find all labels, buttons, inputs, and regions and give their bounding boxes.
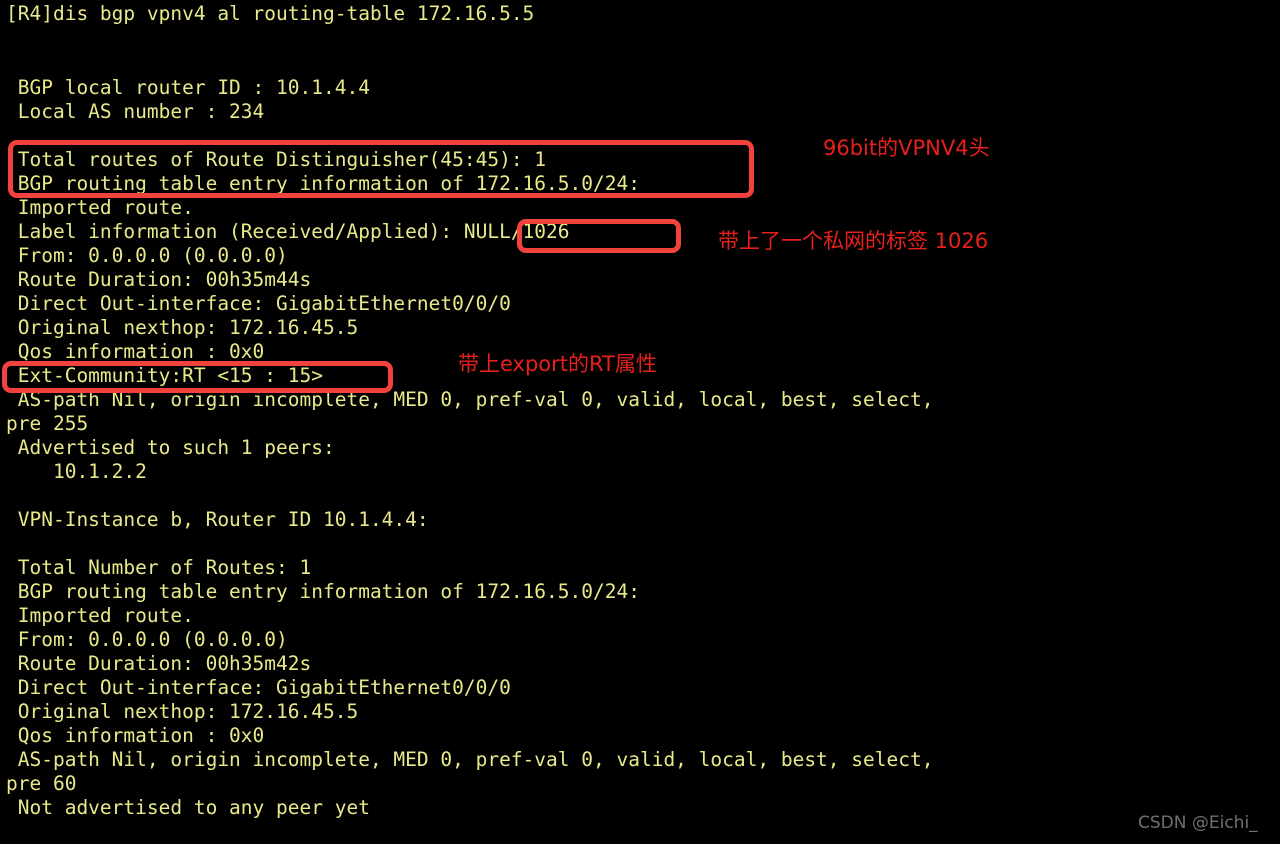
- terminal-line: AS-path Nil, origin incomplete, MED 0, p…: [6, 388, 934, 411]
- terminal-line: Qos information : 0x0: [6, 340, 265, 363]
- terminal-screen: [R4]dis bgp vpnv4 al routing-table 172.1…: [0, 0, 1280, 844]
- ann-private-label: 带上了一个私网的标签 1026: [718, 229, 989, 253]
- terminal-line: Imported route.: [6, 196, 194, 219]
- terminal-line: Advertised to such 1 peers:: [6, 436, 335, 459]
- terminal-line: Total Number of Routes: 1: [6, 556, 312, 579]
- terminal-line: BGP local router ID : 10.1.4.4: [6, 76, 370, 99]
- terminal-line: Direct Out-interface: GigabitEthernet0/0…: [6, 676, 511, 699]
- terminal-line: Qos information : 0x0: [6, 724, 265, 747]
- terminal-line: Route Duration: 00h35m44s: [6, 268, 312, 291]
- terminal-line: Imported route.: [6, 604, 194, 627]
- terminal-line: Label information (Received/Applied): NU…: [6, 220, 570, 243]
- terminal-line: BGP routing table entry information of 1…: [6, 580, 640, 603]
- terminal-line: pre 60: [6, 772, 77, 795]
- terminal-line: 10.1.2.2: [6, 460, 147, 483]
- terminal-line: AS-path Nil, origin incomplete, MED 0, p…: [6, 748, 934, 771]
- terminal-line: Not advertised to any peer yet: [6, 796, 370, 819]
- terminal-line: Local AS number : 234: [6, 100, 265, 123]
- ann-export-rt: 带上export的RT属性: [458, 352, 657, 376]
- terminal-output[interactable]: [R4]dis bgp vpnv4 al routing-table 172.1…: [0, 0, 1280, 844]
- terminal-line: Original nexthop: 172.16.45.5: [6, 316, 359, 339]
- watermark: CSDN @Eichi_: [1138, 813, 1258, 833]
- terminal-line: Original nexthop: 172.16.45.5: [6, 700, 359, 723]
- terminal-line: pre 255: [6, 412, 89, 435]
- terminal-line: [R4]dis bgp vpnv4 al routing-table 172.1…: [6, 2, 535, 25]
- terminal-line: BGP routing table entry information of 1…: [6, 172, 640, 195]
- terminal-line: Direct Out-interface: GigabitEthernet0/0…: [6, 292, 511, 315]
- terminal-line: Route Duration: 00h35m42s: [6, 652, 312, 675]
- ann-vpnv4-header: 96bit的VPNV4头: [823, 136, 990, 160]
- terminal-line: Ext-Community:RT <15 : 15>: [6, 364, 323, 387]
- terminal-line: Total routes of Route Distinguisher(45:4…: [6, 148, 547, 171]
- terminal-line: From: 0.0.0.0 (0.0.0.0): [6, 628, 288, 651]
- terminal-line: From: 0.0.0.0 (0.0.0.0): [6, 244, 288, 267]
- terminal-line: VPN-Instance b, Router ID 10.1.4.4:: [6, 508, 429, 531]
